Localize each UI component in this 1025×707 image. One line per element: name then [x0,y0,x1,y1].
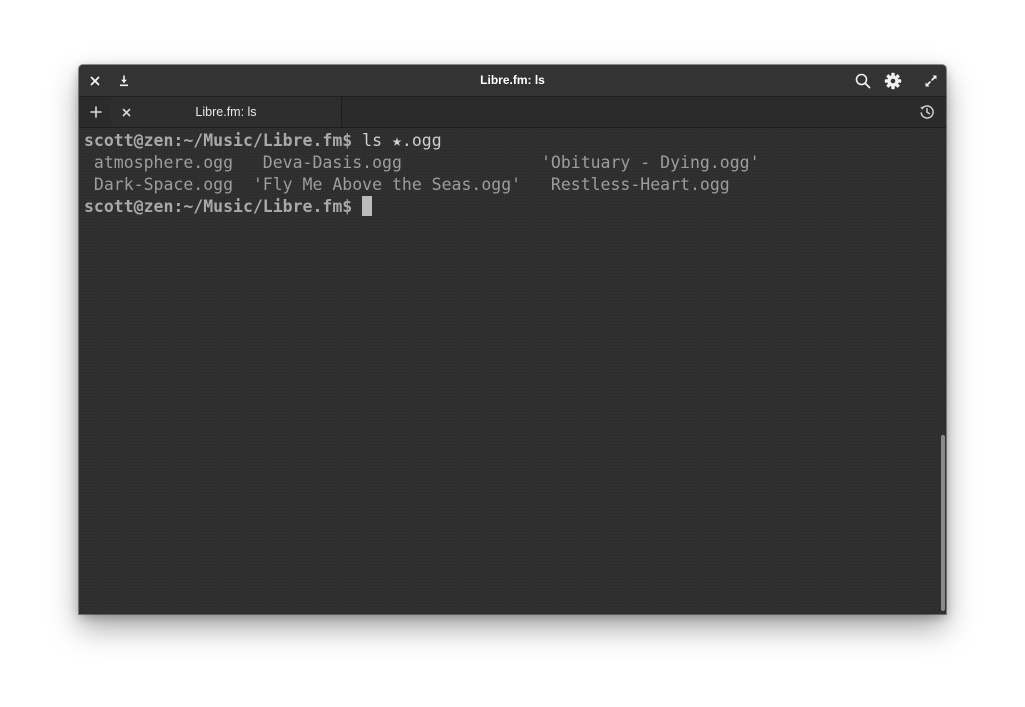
text-cursor [362,196,373,216]
new-tab-button[interactable] [83,99,109,125]
plus-icon [90,106,102,118]
terminal-line: scott@zen:~/Music/Libre.fm$ [84,196,373,218]
search-button[interactable] [850,68,876,94]
tab-libre-fm-ls[interactable]: Libre.fm: ls [111,97,342,127]
typed-command: ls ★.ogg [352,131,442,150]
history-icon [920,105,934,119]
close-icon [90,76,100,86]
settings-button[interactable] [880,68,906,94]
tab-bar: Libre.fm: ls [79,97,946,128]
download-button[interactable] [111,68,137,94]
window-title: Libre.fm: ls [480,73,545,87]
ls-output-row: Dark-Space.ogg 'Fly Me Above the Seas.og… [84,175,730,194]
shell-prompt: scott@zen:~/Music/Libre.fm$ [84,131,353,150]
terminal-window: Libre.fm: ls Libre.fm: ls scott@zen:~/Mu… [79,65,946,614]
history-button[interactable] [914,99,940,125]
fullscreen-button[interactable] [918,68,944,94]
typed-command [352,197,362,216]
download-icon [120,75,128,87]
terminal-line: scott@zen:~/Music/Libre.fm$ ls ★.ogg [84,130,442,152]
title-bar: Libre.fm: ls [79,65,946,97]
terminal-output[interactable]: scott@zen:~/Music/Libre.fm$ ls ★.ogg atm… [79,128,946,614]
search-icon [855,73,871,89]
ls-output-row: atmosphere.ogg Deva-Dasis.ogg 'Obituary … [84,153,760,172]
tab-label: Libre.fm: ls [195,105,257,119]
vertical-scrollbar[interactable] [941,435,945,611]
gear-icon [884,72,902,90]
maximize-icon [925,75,937,87]
close-window-button[interactable] [82,68,108,94]
shell-prompt: scott@zen:~/Music/Libre.fm$ [84,197,353,216]
